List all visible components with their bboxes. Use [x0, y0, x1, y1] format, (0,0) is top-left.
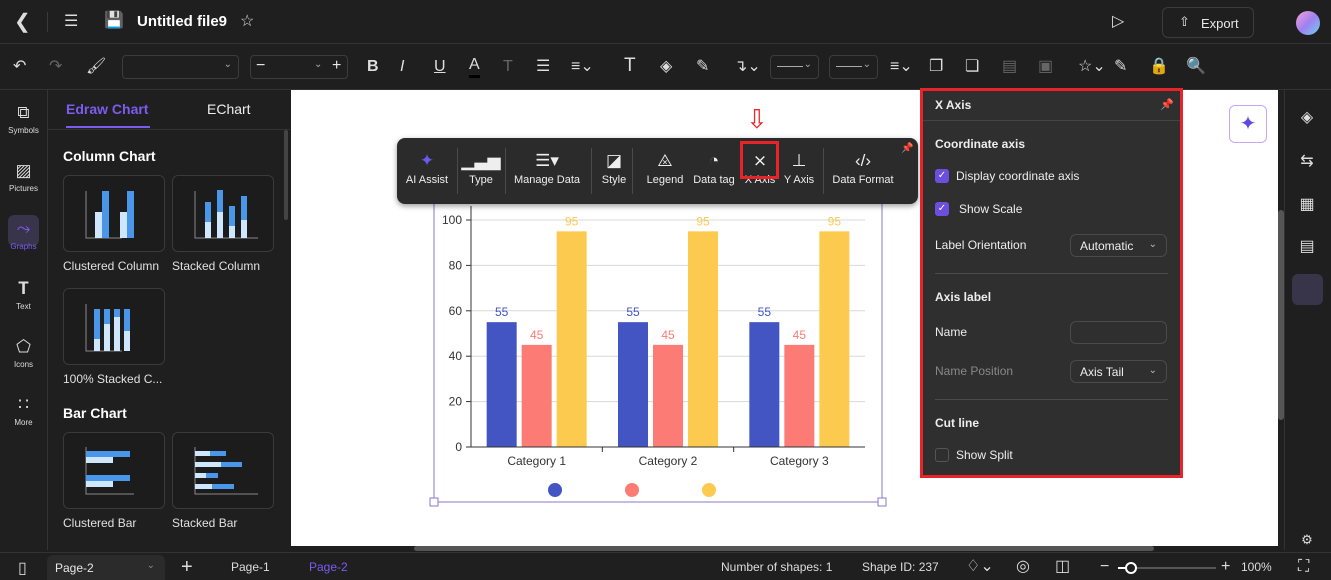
add-page-icon[interactable]: +: [181, 557, 193, 577]
replace-icon[interactable]: ⇆: [1296, 151, 1318, 171]
page-tab-1[interactable]: Page-1: [231, 560, 270, 574]
legend-marker[interactable]: [548, 483, 562, 497]
bar[interactable]: [521, 344, 552, 447]
name-position-select[interactable]: Axis Tail ⌄: [1070, 360, 1167, 383]
manage-data-icon: ☰▾: [535, 151, 559, 170]
page-select[interactable]: Page-2 ⌄: [47, 555, 165, 580]
x-axis-panel-title: X Axis: [935, 98, 972, 112]
zoom-out-icon[interactable]: −: [1100, 557, 1109, 577]
show-split-label: Show Split: [956, 448, 1013, 462]
y-tick-label: 100: [442, 213, 462, 227]
y-tick-label: 40: [449, 349, 463, 363]
y-tick-label: 20: [449, 395, 463, 409]
y-tick-label: 80: [449, 258, 463, 272]
label-orientation-label: Label Orientation: [935, 238, 1027, 252]
legend-marker[interactable]: [702, 483, 716, 497]
y-tick-label: 60: [449, 304, 463, 318]
show-scale-label: Show Scale: [959, 202, 1023, 216]
x-axis-highlight: [740, 141, 779, 179]
data-label: 45: [530, 328, 544, 342]
data-label: 55: [626, 305, 640, 319]
arrow-down-icon: ⇩: [746, 104, 768, 134]
data-label: 95: [565, 214, 579, 228]
bar[interactable]: [688, 231, 718, 447]
data-label: 55: [495, 305, 509, 319]
bar[interactable]: [556, 231, 587, 447]
show-scale-checkbox[interactable]: ✓: [935, 202, 949, 216]
panel-toggle-icon[interactable]: ▯: [18, 559, 27, 579]
map-icon[interactable]: ◫: [1055, 557, 1070, 577]
bar[interactable]: [784, 344, 815, 447]
panel-pin-icon[interactable]: 📌: [1160, 98, 1174, 111]
grid-icon[interactable]: ▦: [1296, 194, 1318, 214]
axis-name-input[interactable]: [1070, 321, 1167, 344]
display-axis-checkbox[interactable]: ✓: [935, 169, 949, 183]
data-label: 55: [758, 305, 772, 319]
bar[interactable]: [486, 322, 517, 447]
active-rail-button[interactable]: [1292, 274, 1323, 305]
name-position-label: Name Position: [935, 364, 1014, 378]
x-tick-label: Category 1: [507, 454, 566, 468]
focus-icon[interactable]: ◎: [1016, 557, 1030, 577]
shape-id: Shape ID: 237: [862, 560, 939, 574]
data-label: 95: [828, 214, 842, 228]
label-orientation-select[interactable]: Automatic ⌄: [1070, 234, 1167, 257]
chart-tool-manage-data[interactable]: ☰▾ Manage Data: [512, 138, 582, 204]
bar[interactable]: [653, 344, 683, 447]
resize-handle[interactable]: [877, 497, 887, 507]
x-tick-label: Category 2: [639, 454, 698, 468]
settings-list-icon[interactable]: ⚙: [1296, 532, 1318, 548]
bar[interactable]: [819, 231, 850, 447]
bar[interactable]: [749, 322, 780, 447]
data-label: 95: [696, 214, 710, 228]
x-tick-label: Category 3: [770, 454, 829, 468]
layers-icon[interactable]: ♢⌄: [966, 557, 994, 577]
page-list-icon[interactable]: ▤: [1296, 236, 1318, 256]
page-tab-2[interactable]: Page-2: [309, 560, 348, 574]
zoom-level[interactable]: 100%: [1241, 560, 1272, 574]
resize-handle[interactable]: [429, 497, 439, 507]
chart-tool-data-format[interactable]: ‹/› Data Format: [828, 138, 898, 204]
y-tick-label: 0: [455, 440, 462, 454]
zoom-in-icon[interactable]: +: [1221, 557, 1230, 577]
bar[interactable]: [618, 322, 648, 447]
cut-line-heading: Cut line: [935, 416, 979, 430]
fullscreen-icon[interactable]: ⛶: [1298, 557, 1309, 577]
shape-count: Number of shapes: 1: [721, 560, 833, 574]
data-format-icon: ‹/›: [854, 151, 872, 170]
coordinate-axis-heading: Coordinate axis: [935, 137, 1026, 151]
fill-style-icon[interactable]: ◈: [1296, 107, 1318, 127]
name-label: Name: [935, 325, 968, 339]
show-split-checkbox[interactable]: [935, 448, 949, 462]
data-label: 45: [793, 328, 807, 342]
axis-label-heading: Axis label: [935, 290, 992, 304]
pin-icon[interactable]: 📌: [901, 143, 913, 154]
zoom-slider[interactable]: [1118, 562, 1216, 574]
data-label: 45: [661, 328, 675, 342]
legend-marker[interactable]: [625, 483, 639, 497]
display-axis-label: Display coordinate axis: [956, 169, 1080, 183]
